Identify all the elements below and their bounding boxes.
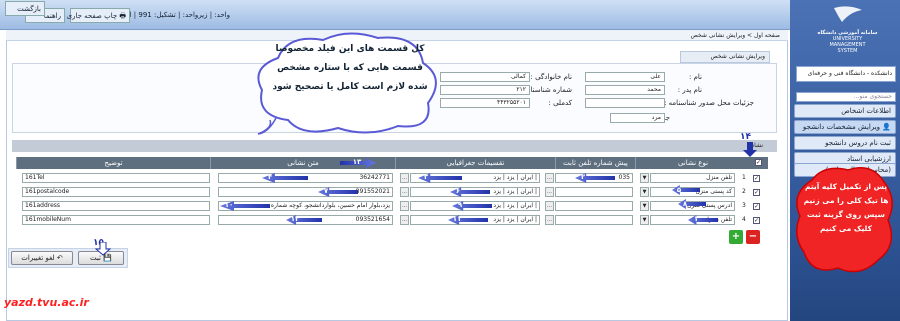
breadcrumb-home[interactable]: صفحه اول — [754, 32, 780, 39]
cloud-main-text: کل قسمت های این فیلد مخصوصا قسمت هایی که… — [272, 44, 428, 92]
sidebar-item-persons[interactable]: اطلاعات اشخاص — [794, 104, 896, 118]
select-all-header: ✓ — [750, 157, 768, 169]
delete-row-button[interactable]: − — [746, 230, 760, 244]
menu-search-input[interactable]: جستجوی منو... — [796, 92, 896, 102]
column-header-type[interactable]: نوع نشانی — [635, 157, 750, 169]
row-number: 3 — [742, 202, 746, 209]
name-label: نام : — [689, 73, 702, 81]
badge-label: ۱۱ — [452, 215, 462, 223]
description-field[interactable]: 161Tel — [22, 173, 210, 183]
back-button[interactable]: بازگشت — [5, 1, 45, 16]
sidebar-item-edit-student[interactable]: 👤 ویرایش مشخصات دانشجو — [794, 120, 896, 134]
row-checkbox[interactable]: ✓ — [753, 189, 760, 196]
breadcrumb-current: ویرایش نشانی شخص — [690, 32, 746, 39]
row-checkbox[interactable]: ✓ — [753, 217, 760, 224]
badge-label: ۱۰ — [224, 201, 234, 209]
prefix-button[interactable]: … — [545, 187, 554, 197]
description-field[interactable]: 161mobileNum — [22, 215, 210, 225]
chevron-down-icon[interactable]: ▼ — [640, 201, 649, 211]
badge-label: ۳ — [423, 173, 429, 181]
address-type-select[interactable]: تلفن منزل — [650, 173, 735, 183]
row-number: 4 — [742, 216, 746, 223]
prefix-field[interactable] — [555, 201, 633, 211]
father-label: نام پدر : — [677, 86, 702, 94]
chevron-down-icon[interactable]: ▼ — [640, 173, 649, 183]
prefix-field[interactable] — [555, 215, 633, 225]
badge-label: ۱ — [693, 215, 699, 223]
badge-label: ۶ — [455, 187, 461, 195]
description-field[interactable]: 161address — [22, 201, 210, 211]
prefix-button[interactable]: … — [545, 173, 554, 183]
print-button[interactable]: 🖶 چاپ صفحه جاری — [67, 8, 130, 23]
badge-label: ۲ — [580, 173, 586, 181]
family-label: نام خانوادگی : — [530, 73, 572, 81]
college-label: دانشکده - دانشگاه فنی و حرفه‌ای — [796, 66, 896, 82]
column-header-prefix[interactable]: پیش شماره تلفن ثابت — [555, 157, 635, 169]
cancel-changes-button[interactable]: ↶ لغو تغییرات — [11, 251, 73, 265]
sidebar-item-register[interactable]: ثبت نام دروس دانشجو — [794, 136, 896, 150]
user-icon: 👤 — [880, 123, 891, 131]
badge-label: ۹ — [457, 201, 463, 209]
step-14-label: ۱۴ — [740, 132, 751, 142]
chevron-down-icon[interactable]: ▼ — [640, 215, 649, 225]
badge-label: ۱۳ — [352, 158, 362, 166]
birthplace-field[interactable] — [585, 98, 665, 108]
geo-button[interactable]: … — [400, 187, 409, 197]
add-row-button[interactable]: + — [729, 230, 743, 244]
chevron-down-icon[interactable]: ▼ — [640, 187, 649, 197]
grid-title: نشانی — [12, 140, 777, 152]
badge-label: ۴ — [267, 173, 273, 181]
geo-button[interactable]: … — [400, 173, 409, 183]
gender-select[interactable]: مرد — [610, 113, 665, 123]
badge-label: ۷ — [323, 187, 329, 195]
family-field[interactable]: کمالی — [440, 72, 530, 82]
idno-field[interactable]: ۲۱۲ — [440, 85, 530, 95]
father-field[interactable]: محمد — [585, 85, 665, 95]
row-number: 2 — [742, 188, 746, 195]
column-header-desc[interactable]: توضیح — [16, 157, 210, 169]
down-arrow-icon — [95, 242, 111, 256]
plus-icon: + — [731, 231, 741, 242]
down-arrow-icon — [743, 142, 757, 157]
undo-icon: ↶ — [54, 254, 63, 262]
address-text-field[interactable]: 891552021 — [218, 187, 393, 197]
top-toolbar: واحد: | زیرواحد: | تشکیل: 991 | انتخاب 🖶… — [0, 0, 790, 30]
logo: سامانه آموزشی دانشگاه UNIVERSITY MANAGEM… — [805, 4, 890, 62]
national-code-label: کدملی : — [548, 99, 573, 107]
badge-label: ۸ — [682, 200, 688, 208]
minus-icon: − — [748, 231, 758, 242]
geo-button[interactable]: … — [400, 201, 409, 211]
row-number: 1 — [742, 174, 746, 181]
name-field[interactable]: علی — [585, 72, 665, 82]
prefix-field[interactable] — [555, 187, 633, 197]
badge-label: ۱۲ — [290, 215, 300, 223]
geo-button[interactable]: … — [400, 215, 409, 225]
section-title: ویرایش نشانی شخص — [680, 51, 770, 63]
birthplace-label: جزئیات محل صدور شناسنامه : — [664, 99, 754, 107]
row-checkbox[interactable]: ✓ — [753, 175, 760, 182]
printer-icon: 🖶 — [117, 12, 126, 20]
national-code-field[interactable]: ۴۴۳۲۵۵۲۰۱ — [440, 98, 530, 108]
column-header-geo[interactable]: تقسیمات جغرافیایی — [395, 157, 555, 169]
prefix-button[interactable]: … — [545, 215, 554, 225]
cloud-side-text: پس از تکمیل کلیه آیتم ها تیک کلی را می ز… — [803, 182, 889, 233]
watermark: yazd.tvu.ac.ir — [4, 296, 89, 309]
badge-label: ۵ — [676, 186, 682, 194]
prefix-button[interactable]: … — [545, 201, 554, 211]
select-all-checkbox[interactable]: ✓ — [755, 159, 762, 166]
row-checkbox[interactable]: ✓ — [753, 203, 760, 210]
description-field[interactable]: 161postalcode — [22, 187, 210, 197]
